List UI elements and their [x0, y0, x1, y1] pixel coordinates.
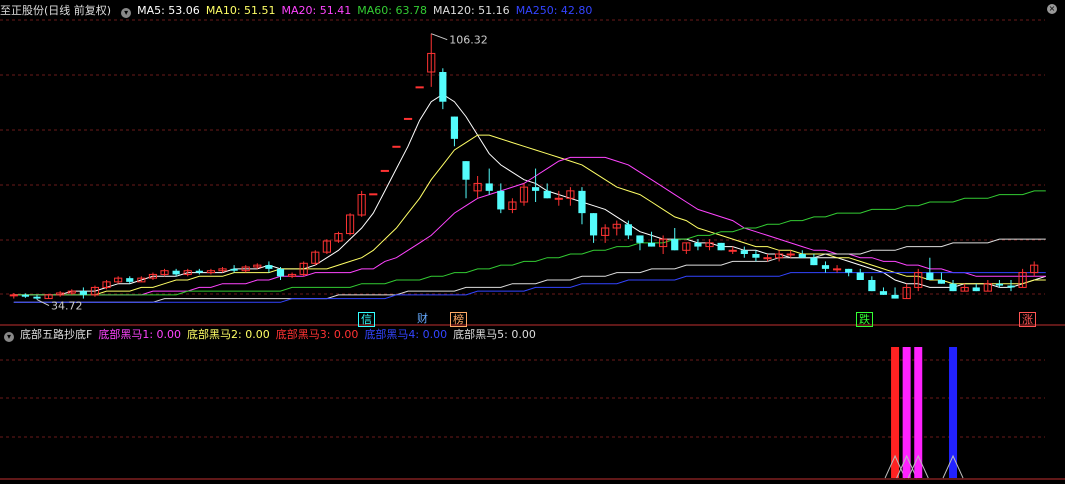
candle-body-down	[891, 294, 899, 299]
candle-body-down	[937, 280, 946, 284]
candle-body-down	[949, 283, 957, 292]
signal-bar	[949, 347, 958, 478]
candle-body-up	[786, 253, 795, 256]
event-marker-die[interactable]: 跌	[856, 312, 873, 327]
candle-body-down	[589, 213, 598, 236]
candle-body-up	[763, 257, 772, 260]
candle-body-down	[276, 268, 285, 277]
candle-body-up	[9, 294, 18, 297]
candle-body-down	[845, 268, 853, 273]
candle-body-down	[636, 235, 644, 243]
indicator-toggle-icon[interactable]: ▾	[4, 332, 14, 342]
event-marker-bang[interactable]: 榜	[450, 312, 467, 327]
low-label: 34.72	[51, 300, 83, 313]
candle-body-up	[380, 169, 389, 172]
ma120-label: MA120: 51.16	[432, 4, 510, 17]
indicator-item-1: 底部黑马1: 0.00	[98, 328, 182, 341]
candle-body-down	[450, 116, 459, 139]
candle-body-down	[462, 161, 470, 180]
indicator-title: 底部五路抄底F	[20, 328, 93, 341]
settings-toggle-icon[interactable]: ▾	[121, 8, 132, 18]
candle-body-down	[230, 268, 238, 271]
candle-body-down	[717, 242, 725, 251]
indicator-legend: ▾ 底部五路抄底F 底部黑马1: 0.00 底部黑马2: 0.00 底部黑马3: 0.0…	[0, 326, 542, 344]
indicator-item-5: 底部黑马5: 0.00	[453, 328, 536, 341]
ma10-label: MA10: 51.51	[205, 4, 276, 17]
candle-body-down	[740, 250, 748, 254]
candle-body-down	[868, 280, 876, 292]
candle-body-down	[1007, 285, 1015, 288]
ma20-label: MA20: 51.41	[281, 4, 352, 17]
candle-body-up	[832, 268, 842, 271]
candle-body-down	[671, 239, 679, 251]
main-legend: 至正股份(日线 前复权) ▾ MA5: 53.06 MA10: 51.51 MA20: …	[0, 2, 598, 20]
candle-body-down	[21, 294, 29, 297]
indicator-item-3: 底部黑马3: 0.00	[275, 328, 359, 341]
candle-body-down	[265, 265, 273, 269]
high-pointer	[431, 33, 448, 41]
candle-body-down	[126, 278, 134, 282]
candle-body-down	[543, 190, 551, 199]
candle-body-down	[532, 187, 540, 191]
candle-body-down	[624, 224, 632, 236]
candle-body-up	[392, 145, 401, 148]
candle-body-down	[195, 270, 203, 273]
high-label: 106.32	[449, 34, 488, 47]
candle-body-down	[879, 291, 888, 295]
candle-body-down	[33, 296, 41, 299]
candle-body-down	[926, 272, 934, 280]
candle-body-down	[752, 254, 760, 258]
ma-line-ma60	[13, 190, 1046, 296]
stock-title: 至正股份(日线 前复权)	[0, 4, 112, 17]
candle-body-down	[79, 291, 87, 295]
signal-bar	[914, 347, 923, 478]
ma5-label: MA5: 53.06	[137, 4, 200, 17]
candle-body-down	[172, 270, 180, 275]
candle-body-up	[369, 193, 378, 196]
indicator-item-2: 底部黑马2: 0.00	[187, 328, 270, 341]
candle-body-down	[972, 287, 980, 292]
signal-bar	[891, 347, 900, 478]
candle-body-down	[995, 283, 1004, 286]
candle-body-up	[403, 117, 413, 120]
event-marker-cai[interactable]: 财	[415, 312, 430, 325]
candle-body-up	[554, 197, 563, 200]
candlestick-chart: 106.32 34.72	[0, 19, 1065, 480]
candle-body-down	[694, 242, 702, 247]
candle-body-down	[647, 242, 656, 247]
ma250-label: MA250: 42.80	[515, 4, 593, 17]
candle-body-down	[856, 272, 864, 280]
event-marker-zhang[interactable]: 涨	[1019, 312, 1036, 327]
candle-body-down	[578, 190, 586, 214]
ma-line-ma5	[13, 93, 1046, 296]
candle-body-down	[821, 265, 830, 269]
event-marker-xin[interactable]: 信	[358, 312, 375, 327]
candle-body-down	[810, 257, 818, 266]
close-icon[interactable]: ×	[1047, 4, 1057, 14]
candle-body-down	[485, 183, 493, 191]
indicator-item-4: 底部黑马4: 0.00	[364, 328, 448, 341]
candle-body-down	[798, 254, 806, 258]
ma60-label: MA60: 63.78	[357, 4, 427, 17]
signal-bar	[902, 347, 911, 478]
candle-body-down	[497, 190, 505, 210]
candle-body-down	[439, 72, 447, 102]
candle-body-up	[728, 249, 737, 252]
candle-body-up	[415, 86, 424, 89]
